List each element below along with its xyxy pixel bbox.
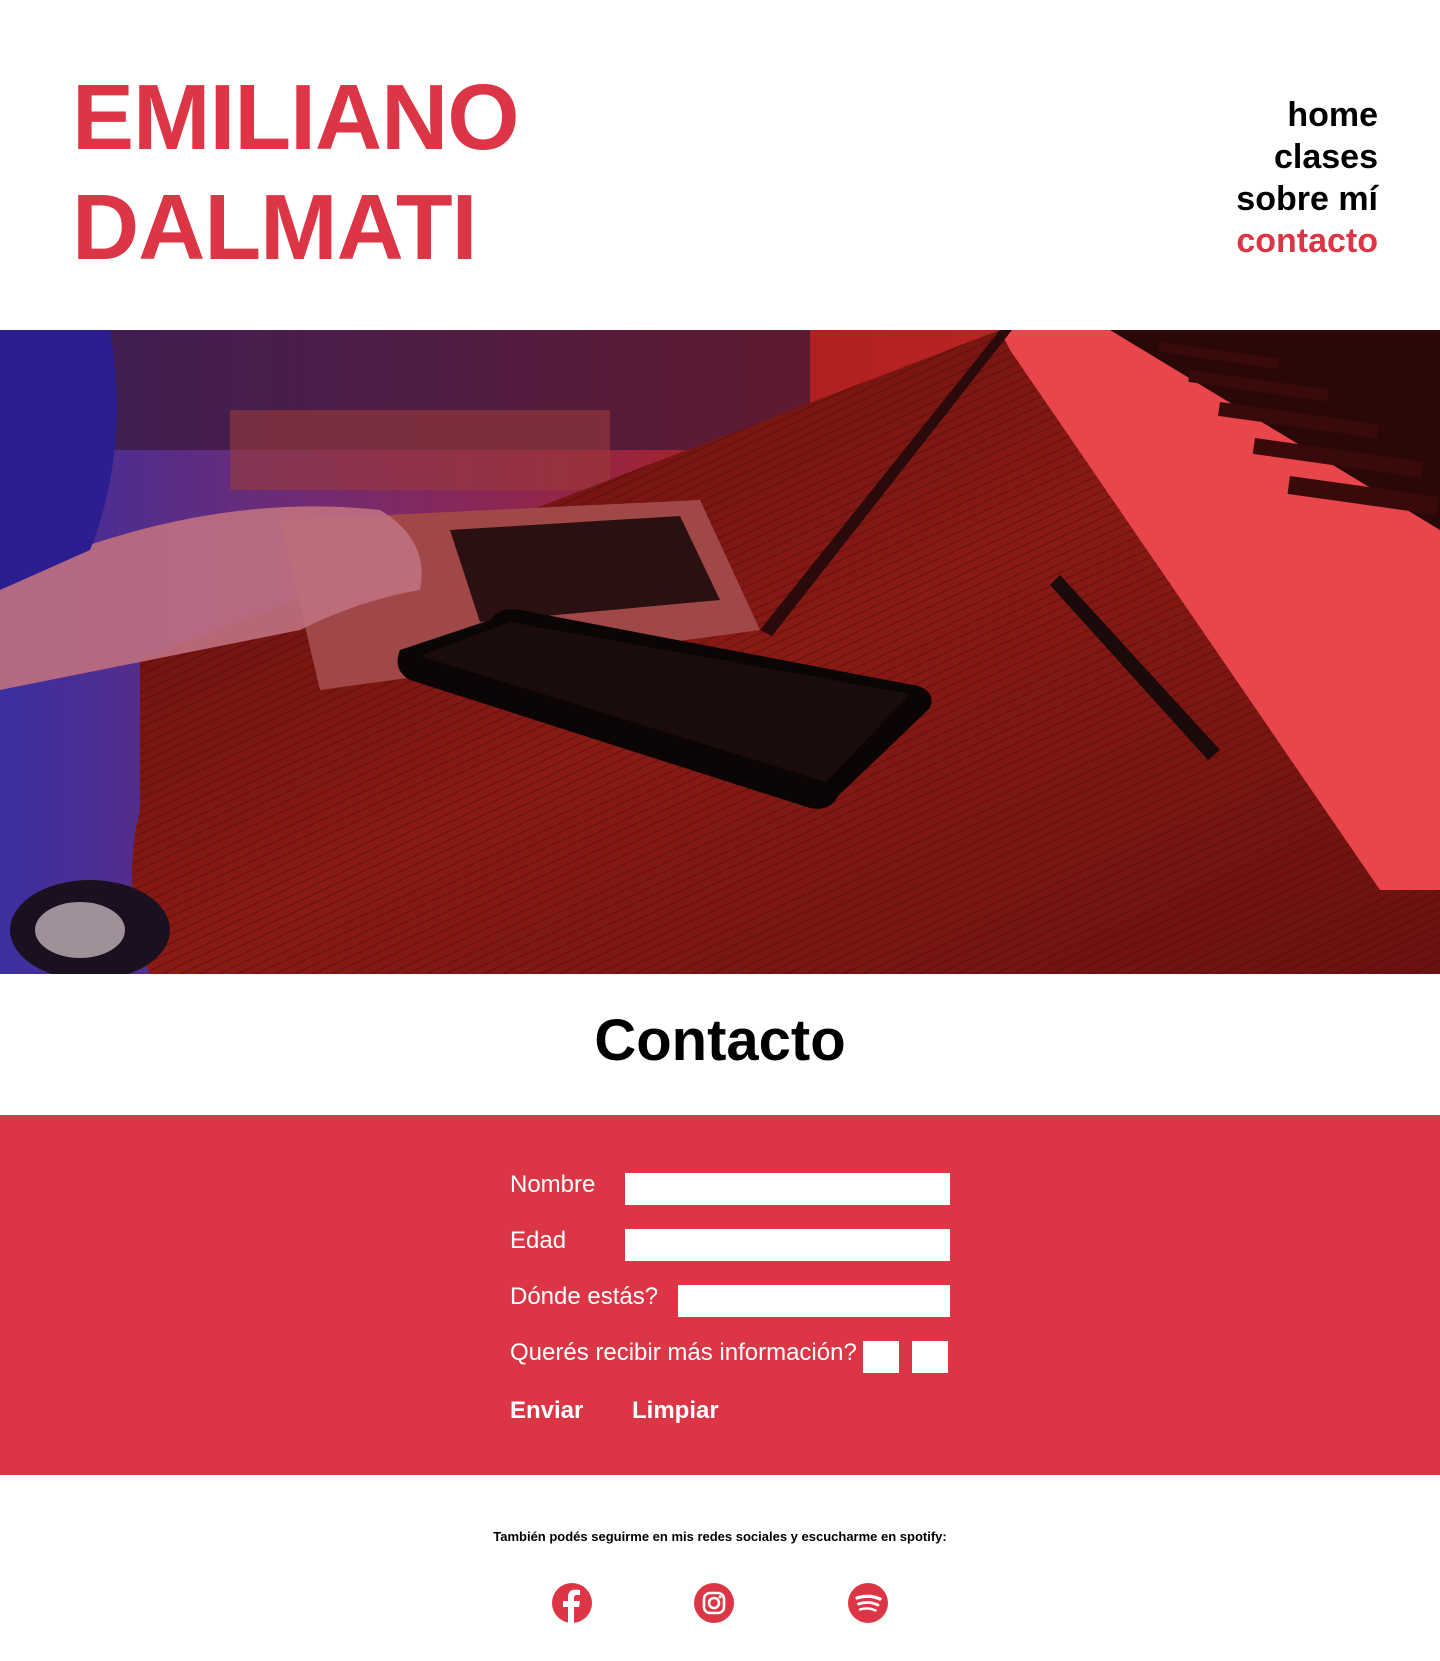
site-title: EMILIANO DALMATI	[72, 62, 520, 282]
nav-sobre-link[interactable]: sobre mí	[1236, 178, 1378, 220]
contact-section-title: Contacto	[594, 1008, 846, 1073]
spotify-icon	[848, 1583, 888, 1623]
form-actions: Enviar Limpiar	[510, 1389, 950, 1449]
main-nav: home clases sobre mí contacto	[1236, 94, 1378, 262]
instagram-icon	[694, 1583, 734, 1623]
donde-label: Dónde estás?	[510, 1283, 659, 1310]
spotify-link[interactable]	[848, 1583, 888, 1623]
edad-input[interactable]	[625, 1229, 950, 1261]
facebook-icon	[552, 1583, 592, 1623]
donde-input[interactable]	[678, 1285, 950, 1317]
edad-label: Edad	[510, 1227, 567, 1254]
site-title-line2: DALMATI	[72, 175, 478, 279]
info-label: Querés recibir más información?	[510, 1339, 857, 1366]
site-title-line1: EMILIANO	[72, 65, 520, 169]
donde-row: Dónde estás?	[510, 1277, 950, 1333]
nombre-input[interactable]	[625, 1173, 950, 1205]
edad-row: Edad	[510, 1221, 950, 1277]
hero-image	[0, 330, 1440, 974]
nombre-row: Nombre	[510, 1165, 950, 1221]
contact-form-section: Nombre Edad Dónde estás? Querés recibir …	[0, 1115, 1440, 1475]
info-row: Querés recibir más información?	[510, 1333, 950, 1389]
info-checkbox-yes[interactable]	[863, 1341, 899, 1373]
facebook-link[interactable]	[552, 1583, 592, 1623]
instagram-link[interactable]	[694, 1583, 734, 1623]
enviar-button[interactable]: Enviar	[510, 1397, 583, 1425]
nav-clases-link[interactable]: clases	[1236, 136, 1378, 178]
nombre-label: Nombre	[510, 1171, 596, 1198]
info-checkbox-no[interactable]	[912, 1341, 948, 1373]
footer-note: También podés seguirme en mis redes soci…	[493, 1529, 947, 1544]
nav-home-link[interactable]: home	[1236, 94, 1378, 136]
nav-contacto-link[interactable]: contacto	[1236, 220, 1378, 262]
contact-form: Nombre Edad Dónde estás? Querés recibir …	[510, 1165, 950, 1449]
limpiar-button[interactable]: Limpiar	[632, 1397, 719, 1425]
